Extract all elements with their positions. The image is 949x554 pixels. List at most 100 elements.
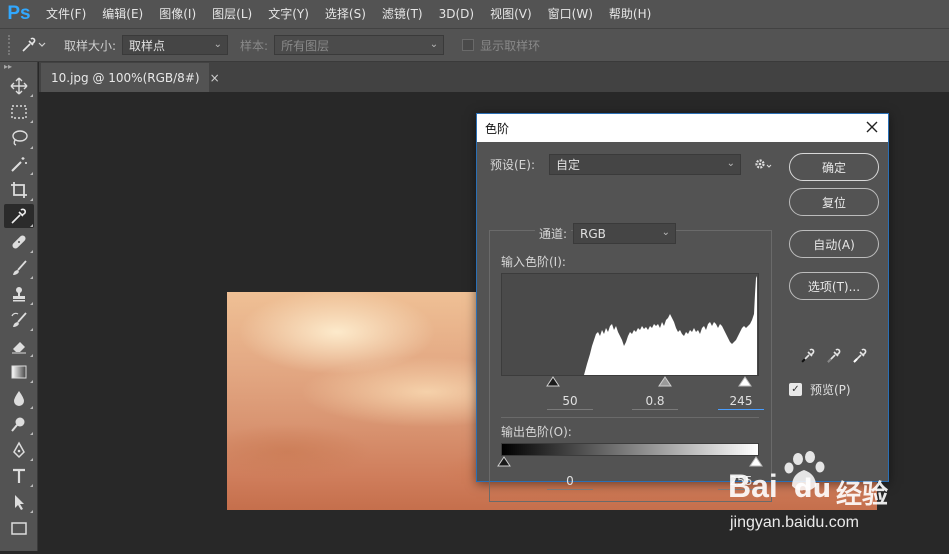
sample-size-select[interactable]: 取样点 ⌄ [122, 35, 229, 55]
magic-wand-tool[interactable] [4, 152, 34, 176]
sample-value: 所有图层 [281, 38, 330, 53]
menu-select[interactable]: 选择(S) [317, 0, 374, 28]
tool-group-indicator [30, 250, 33, 253]
arrow-cursor-icon [15, 495, 24, 510]
tool-preset-picker[interactable] [12, 33, 54, 57]
white-point-eyedropper[interactable] [851, 347, 869, 369]
close-icon[interactable]: × [210, 71, 220, 85]
path-selection-tool[interactable] [4, 490, 34, 514]
preview-checkbox[interactable]: ✓ [789, 383, 802, 396]
input-black-slider[interactable] [546, 376, 560, 387]
tool-group-indicator [30, 120, 33, 123]
menu-file[interactable]: 文件(F) [38, 0, 94, 28]
ok-button[interactable]: 确定 [789, 153, 879, 181]
output-black-slider[interactable] [497, 456, 511, 467]
tools-panel: ▸▸ [0, 62, 38, 551]
gradient-tool[interactable] [4, 360, 34, 384]
close-icon[interactable] [864, 119, 880, 135]
preset-options-gear[interactable] [753, 156, 773, 175]
move-tool[interactable] [4, 74, 34, 98]
tool-group-indicator [30, 302, 33, 305]
move-icon [10, 77, 28, 95]
tool-group-indicator [30, 432, 33, 435]
history-brush-tool[interactable] [4, 308, 34, 332]
chevron-down-icon: ⌄ [429, 39, 439, 50]
options-button[interactable]: 选项(T)... [789, 272, 879, 300]
menu-filter[interactable]: 滤镜(T) [374, 0, 431, 28]
auto-button[interactable]: 自动(A) [789, 230, 879, 258]
document-tab[interactable]: 10.jpg @ 100%(RGB/8#) × [41, 63, 220, 92]
type-tool[interactable] [4, 464, 34, 488]
clone-stamp-tool[interactable] [4, 282, 34, 306]
tool-group-indicator [30, 146, 33, 149]
reset-button[interactable]: 复位 [789, 188, 879, 216]
watermark-brand-suffix: 经验 [836, 480, 889, 510]
magic-wand-icon [11, 157, 27, 172]
tool-group-indicator [30, 276, 33, 279]
options-bar: 取样大小: 取样点 ⌄ 样本: 所有图层 ⌄ 显示取样环 [0, 28, 949, 62]
tool-group-indicator [30, 172, 33, 175]
brush-tool[interactable] [4, 256, 34, 280]
menu-layer[interactable]: 图层(L) [204, 0, 260, 28]
marquee-tool[interactable] [4, 100, 34, 124]
tool-group-indicator [30, 224, 33, 227]
crop-icon [11, 182, 27, 198]
tool-group-indicator [30, 94, 33, 97]
pen-tool[interactable] [4, 438, 34, 462]
gear-icon [755, 159, 772, 169]
collapse-panel-icon[interactable]: ▸▸ [0, 62, 37, 72]
brush-icon [13, 260, 27, 275]
watermark-du: du [794, 474, 832, 504]
sample-select[interactable]: 所有图层 ⌄ [274, 35, 445, 55]
input-white-slider[interactable] [738, 376, 752, 387]
healing-brush-tool[interactable] [4, 230, 34, 254]
dodge-tool[interactable] [4, 412, 34, 436]
blur-tool[interactable] [4, 386, 34, 410]
gradient-icon [11, 365, 27, 379]
channel-value: RGB [580, 226, 606, 241]
menu-edit[interactable]: 编辑(E) [94, 0, 151, 28]
menu-window[interactable]: 窗口(W) [540, 0, 601, 28]
histogram-graph [584, 276, 757, 375]
menu-3d[interactable]: 3D(D) [431, 0, 482, 28]
eyedropper-tool[interactable] [4, 204, 34, 228]
menu-image[interactable]: 图像(I) [151, 0, 204, 28]
eraser-tool[interactable] [4, 334, 34, 358]
preset-select[interactable]: 自定 ⌄ [549, 154, 741, 175]
gray-point-eyedropper[interactable] [825, 347, 843, 369]
menu-help[interactable]: 帮助(H) [601, 0, 659, 28]
black-point-eyedropper[interactable] [799, 347, 817, 369]
menu-view[interactable]: 视图(V) [482, 0, 540, 28]
input-gamma-slider[interactable] [658, 376, 672, 387]
input-white-field[interactable]: 245 [718, 393, 764, 410]
eyedropper-gray-icon [827, 348, 841, 363]
tool-group-indicator [30, 510, 33, 513]
watermark-url: jingyan.baidu.com [730, 514, 859, 531]
input-gamma-field[interactable]: 0.8 [632, 393, 678, 410]
divider [501, 417, 759, 418]
output-levels-label: 输出色阶(O): [501, 425, 572, 439]
crop-tool[interactable] [4, 178, 34, 202]
output-black-field[interactable]: 0 [547, 473, 593, 490]
rectangle-tool[interactable] [4, 516, 34, 540]
histogram [501, 273, 759, 376]
channel-select[interactable]: RGB ⌄ [573, 223, 676, 244]
lasso-tool[interactable] [4, 126, 34, 150]
input-black-field[interactable]: 50 [547, 393, 593, 410]
preview-checkbox-row[interactable]: ✓ 预览(P) [789, 381, 851, 398]
chevron-down-icon: ⌄ [726, 158, 735, 169]
pen-icon [13, 441, 25, 459]
preset-value: 自定 [556, 158, 581, 172]
eyedropper-icon [11, 208, 26, 224]
tool-group-indicator [30, 354, 33, 357]
dialog-title-bar[interactable]: 色阶 [477, 114, 888, 142]
rectangle-icon [11, 522, 27, 535]
menu-type[interactable]: 文字(Y) [260, 0, 317, 28]
preset-label: 预设(E): [490, 158, 535, 172]
photoshop-logo[interactable]: Ps [0, 0, 38, 28]
channel-label: 通道: [535, 225, 572, 242]
show-sampling-ring-checkbox[interactable] [462, 39, 475, 51]
chevron-down-icon: ⌄ [213, 39, 223, 50]
bandage-icon [12, 235, 26, 249]
history-brush-icon [11, 312, 27, 327]
